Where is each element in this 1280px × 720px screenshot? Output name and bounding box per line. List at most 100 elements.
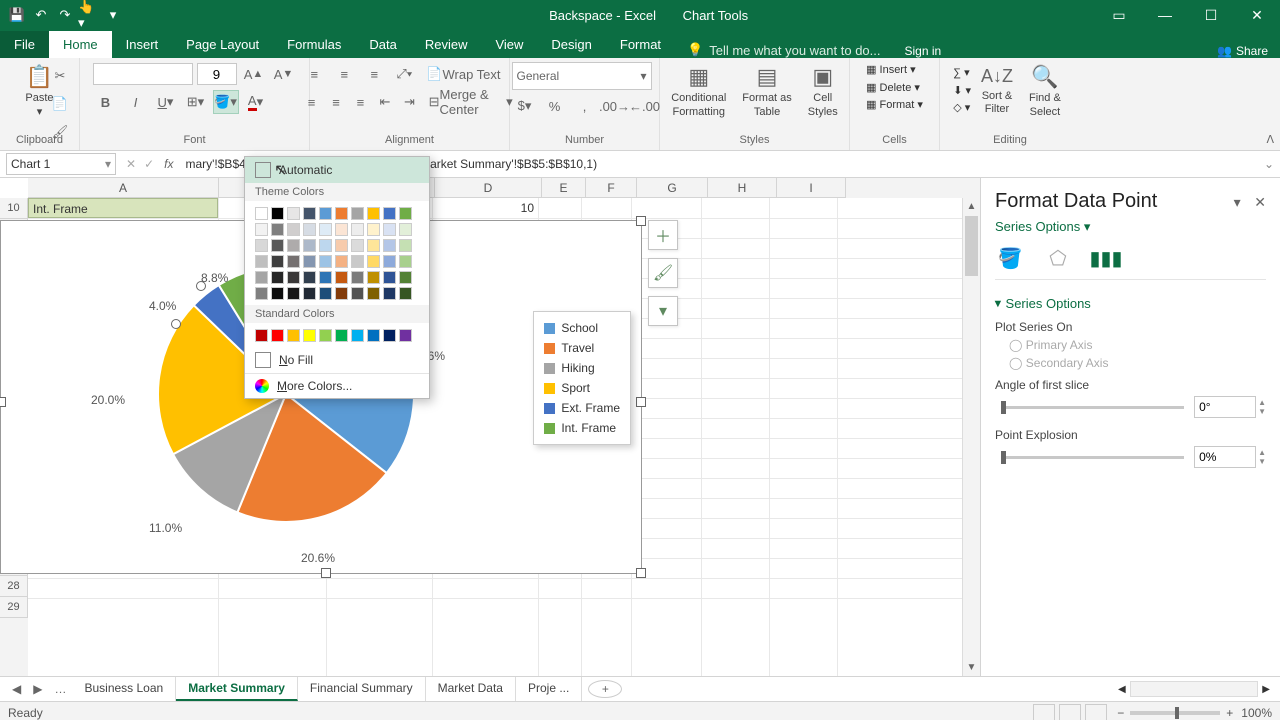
color-swatch[interactable] [399,207,412,220]
tab-file[interactable]: File [0,31,49,58]
close-icon[interactable]: ✕ [1234,0,1280,30]
tab-nav-more-icon[interactable]: … [48,682,72,696]
merge-center-button[interactable]: ⊟ Merge & Center▾ [424,90,518,114]
tab-data[interactable]: Data [355,31,410,58]
copy-icon[interactable]: 📄 [47,92,73,116]
color-swatch[interactable] [303,239,316,252]
legend-item[interactable]: Ext. Frame [544,398,620,418]
color-swatch[interactable] [303,207,316,220]
color-swatch[interactable] [303,255,316,268]
color-swatch[interactable] [303,223,316,236]
increase-indent-icon[interactable]: ⇥ [399,90,419,114]
sheet-tab[interactable]: Proje ... [516,677,582,701]
color-swatch[interactable] [255,255,268,268]
fill-icon[interactable]: ⬇ ▾ [953,83,971,101]
italic-icon[interactable]: I [123,90,149,114]
collapse-ribbon-icon[interactable]: ᐱ [1266,133,1274,146]
color-swatch[interactable] [255,287,268,300]
sheet-tab[interactable]: Market Summary [176,677,298,701]
color-swatch[interactable] [383,223,396,236]
color-swatch[interactable] [287,287,300,300]
column-headers[interactable]: ABCDEFGHI [28,178,980,198]
cell-A10[interactable]: Int. Frame [28,198,218,218]
format-as-table-button[interactable]: ▤Format as Table [736,62,798,121]
color-swatch[interactable] [319,255,332,268]
scroll-down-icon[interactable]: ▼ [963,659,980,676]
name-box[interactable]: Chart 1▾ [6,153,116,175]
sheet-tab[interactable]: Business Loan [72,677,176,701]
legend-item[interactable]: Hiking [544,358,620,378]
color-swatch[interactable] [287,223,300,236]
scroll-up-icon[interactable]: ▲ [963,198,980,215]
color-swatch[interactable] [303,329,316,342]
color-swatch[interactable] [367,271,380,284]
series-options-dropdown[interactable]: Series Options ▾ [995,219,1266,235]
sign-in-link[interactable]: Sign in [893,44,954,58]
normal-view-icon[interactable] [1033,704,1055,720]
color-swatch[interactable] [399,255,412,268]
color-swatch[interactable] [271,239,284,252]
explosion-input[interactable] [1194,446,1256,468]
explosion-slider[interactable]: ▲▼ [1001,446,1266,468]
legend-item[interactable]: Sport [544,378,620,398]
color-swatch[interactable] [367,329,380,342]
increase-font-icon[interactable]: A▲ [241,62,267,86]
font-size-input[interactable] [197,63,237,85]
align-middle-icon[interactable]: ≡ [331,62,357,86]
ribbon-options-icon[interactable]: ▭ [1096,0,1142,30]
color-swatch[interactable] [271,271,284,284]
tab-review[interactable]: Review [411,31,482,58]
color-swatch[interactable] [351,255,364,268]
chart-styles-button[interactable]: 🖌 [648,258,678,288]
color-swatch[interactable] [271,255,284,268]
tab-view[interactable]: View [481,31,537,58]
sheet-tab[interactable]: Market Data [426,677,516,701]
currency-icon[interactable]: $▾ [512,94,538,118]
color-swatch[interactable] [319,271,332,284]
autosum-icon[interactable]: ∑ ▾ [953,65,971,83]
color-swatch[interactable] [383,287,396,300]
touch-mode-icon[interactable]: 👆▾ [78,4,100,26]
legend-item[interactable]: Int. Frame [544,418,620,438]
no-fill-item[interactable]: NNo Fillo Fill [245,347,429,373]
fill-color-button[interactable]: 🪣▾ [213,90,239,114]
color-swatch[interactable] [255,329,268,342]
align-right-icon[interactable]: ≡ [350,90,370,114]
color-swatch[interactable] [287,329,300,342]
color-swatch[interactable] [255,271,268,284]
find-select-button[interactable]: 🔍Find & Select [1023,62,1067,121]
color-swatch[interactable] [383,329,396,342]
bold-icon[interactable]: B [93,90,119,114]
color-swatch[interactable] [383,255,396,268]
color-swatch[interactable] [399,271,412,284]
color-swatch[interactable] [399,223,412,236]
align-bottom-icon[interactable]: ≡ [361,62,387,86]
fx-icon[interactable]: fx [158,157,179,171]
orientation-icon[interactable]: ⤢▾ [391,62,417,86]
vertical-scrollbar[interactable]: ▲ ▼ [962,198,980,676]
color-swatch[interactable] [367,239,380,252]
color-swatch[interactable] [271,223,284,236]
sheet-tab[interactable]: Financial Summary [298,677,426,701]
qat-customize-icon[interactable]: ▾ [102,4,124,26]
decrease-font-icon[interactable]: A▼ [271,62,297,86]
cell-D10[interactable]: 10 [432,198,538,218]
automatic-color-item[interactable]: Automatic [245,157,429,183]
chart-legend[interactable]: SchoolTravelHikingSportExt. FrameInt. Fr… [533,311,631,445]
delete-cells-button[interactable]: ▦ Delete ▾ [866,80,923,98]
color-swatch[interactable] [271,287,284,300]
color-swatch[interactable] [367,223,380,236]
number-format-combo[interactable]: General▾ [512,62,652,90]
color-swatch[interactable] [399,287,412,300]
page-break-view-icon[interactable] [1085,704,1107,720]
align-center-icon[interactable]: ≡ [326,90,346,114]
enter-formula-icon[interactable]: ✓ [140,157,158,171]
color-swatch[interactable] [351,207,364,220]
increase-decimal-icon[interactable]: .00→ [602,94,628,118]
color-swatch[interactable] [303,287,316,300]
format-cells-button[interactable]: ▦ Format ▾ [866,97,923,115]
conditional-formatting-button[interactable]: ▦Conditional Formatting [665,62,732,121]
color-swatch[interactable] [351,223,364,236]
tab-insert[interactable]: Insert [112,31,173,58]
color-swatch[interactable] [319,239,332,252]
